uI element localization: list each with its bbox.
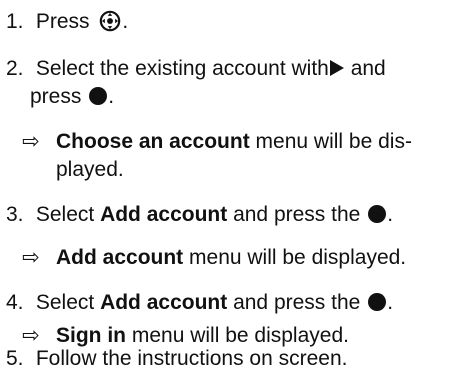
step-text: press <box>30 85 82 108</box>
result-text: played. <box>56 158 124 181</box>
step-number: 5. <box>6 347 24 370</box>
step-1: 1. Press . <box>6 8 128 36</box>
step-2-result: ⇨ Choose an account menu will be dis- <box>22 128 412 156</box>
result-text: menu will be displayed. <box>189 246 407 269</box>
option-name: Add account <box>100 291 228 314</box>
round-button-icon <box>368 293 387 311</box>
step-number: 4. <box>6 291 24 314</box>
menu-name: Add account <box>56 246 184 269</box>
step-3-result: ⇨ Add account menu will be displayed. <box>22 244 406 272</box>
step-number: 2. <box>6 57 24 80</box>
step-text-mid: and press the <box>233 291 361 314</box>
result-text: menu will be dis- <box>255 130 412 153</box>
step-text-end: . <box>108 85 115 108</box>
round-button-icon <box>89 87 108 105</box>
step-4: 4. Select Add account and press the . <box>6 289 393 317</box>
step-text: Select <box>35 203 95 226</box>
step-text-end: and <box>350 57 386 80</box>
result-arrow-icon: ⇨ <box>22 246 40 269</box>
step-text: Select the existing account with <box>35 57 329 80</box>
dpad-center-icon <box>100 10 121 32</box>
step-text-mid: and press the <box>233 203 361 226</box>
result-arrow-icon: ⇨ <box>22 130 40 153</box>
step-text: Press <box>35 10 90 33</box>
play-right-icon <box>329 60 344 76</box>
step-text: Select <box>35 291 95 314</box>
step-2-continued: press . <box>30 83 114 111</box>
step-text-end: . <box>387 203 394 226</box>
step-text-end: . <box>387 291 394 314</box>
step-text: Follow the instructions on screen. <box>35 347 348 370</box>
step-3: 3. Select Add account and press the . <box>6 201 393 229</box>
menu-name: Choose an account <box>56 130 250 153</box>
result-text: menu will be displayed. <box>131 324 349 347</box>
menu-name: Sign in <box>56 324 126 347</box>
step-5: 5. Follow the instructions on screen. <box>6 345 348 373</box>
step-number: 3. <box>6 203 24 226</box>
step-text-end: . <box>122 10 129 33</box>
step-2-result-continued: played. <box>56 156 124 184</box>
round-button-icon <box>368 205 387 223</box>
step-number: 1. <box>6 10 24 33</box>
step-2: 2. Select the existing account with and <box>6 55 386 83</box>
option-name: Add account <box>100 203 228 226</box>
